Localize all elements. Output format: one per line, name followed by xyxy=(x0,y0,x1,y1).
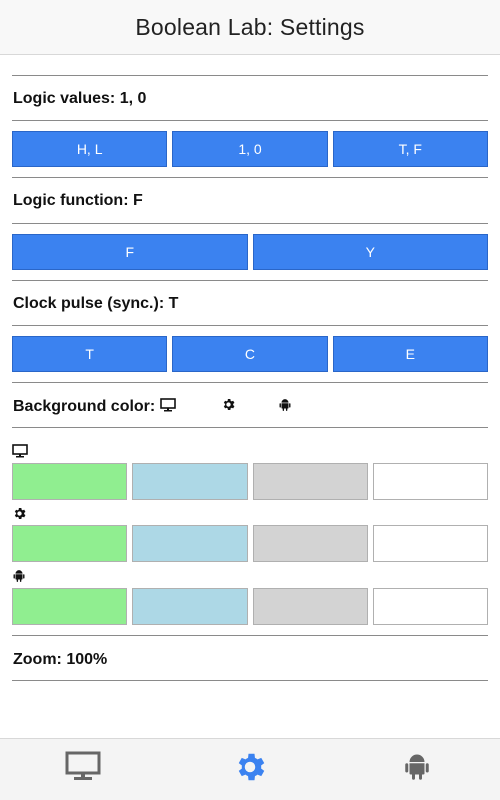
color-swatch-light-blue[interactable] xyxy=(132,525,248,562)
divider xyxy=(12,680,488,681)
color-swatch-green[interactable] xyxy=(12,463,128,500)
logic-values-label: Logic values: 1, 0 xyxy=(13,90,147,107)
color-swatch-green[interactable] xyxy=(12,525,128,562)
color-swatch-light-blue[interactable] xyxy=(132,463,248,500)
divider xyxy=(12,177,488,178)
color-swatch-light-gray[interactable] xyxy=(252,463,368,500)
color-swatch-white[interactable] xyxy=(372,463,488,500)
tab-android[interactable] xyxy=(357,739,477,800)
background-color-row: Background color: xyxy=(13,397,292,417)
clock-pulse-e-button[interactable]: E xyxy=(332,336,488,372)
logic-values-tf-button[interactable]: T, F xyxy=(332,131,488,167)
clock-pulse-options: T C E xyxy=(12,336,488,372)
divider xyxy=(12,280,488,281)
app-header: Boolean Lab: Settings xyxy=(0,0,500,55)
color-swatch-white[interactable] xyxy=(372,525,488,562)
monitor-icon xyxy=(160,397,177,417)
divider xyxy=(12,75,488,76)
zoom-label: Zoom: 100% xyxy=(13,651,108,668)
clock-pulse-c-button[interactable]: C xyxy=(172,336,328,372)
gear-icon xyxy=(232,749,268,790)
bottom-tab-bar xyxy=(0,738,500,800)
logic-function-label: Logic function: F xyxy=(13,192,143,209)
clock-pulse-t-button[interactable]: T xyxy=(12,336,168,372)
logic-function-f-button[interactable]: F xyxy=(12,234,248,270)
logic-values-hl-button[interactable]: H, L xyxy=(12,131,168,167)
gear-icon xyxy=(221,397,236,417)
divider xyxy=(12,325,488,326)
tab-settings[interactable] xyxy=(190,739,310,800)
monitor-color-swatches xyxy=(12,463,488,500)
divider xyxy=(12,382,488,383)
clock-pulse-label: Clock pulse (sync.): T xyxy=(13,295,179,312)
tab-monitor[interactable] xyxy=(23,739,143,800)
android-icon xyxy=(402,751,432,788)
background-color-label: Background color: xyxy=(13,398,156,415)
logic-values-10-button[interactable]: 1, 0 xyxy=(172,131,328,167)
color-swatch-light-gray[interactable] xyxy=(252,525,368,562)
color-swatch-white[interactable] xyxy=(372,588,488,625)
logic-values-options: H, L 1, 0 T, F xyxy=(12,131,488,167)
gear-color-swatches xyxy=(12,525,488,562)
android-icon xyxy=(12,569,26,588)
divider xyxy=(12,427,488,428)
android-icon xyxy=(278,398,292,417)
divider xyxy=(12,635,488,636)
color-swatch-green[interactable] xyxy=(12,588,128,625)
logic-function-options: F Y xyxy=(12,234,488,270)
divider xyxy=(12,223,488,224)
divider xyxy=(12,120,488,121)
page-title: Boolean Lab: Settings xyxy=(135,13,365,40)
gear-icon xyxy=(12,506,27,526)
color-swatch-light-blue[interactable] xyxy=(132,588,248,625)
color-swatch-light-gray[interactable] xyxy=(252,588,368,625)
monitor-icon xyxy=(12,444,28,463)
android-color-swatches xyxy=(12,588,488,625)
monitor-icon xyxy=(65,751,101,788)
logic-function-y-button[interactable]: Y xyxy=(252,234,488,270)
